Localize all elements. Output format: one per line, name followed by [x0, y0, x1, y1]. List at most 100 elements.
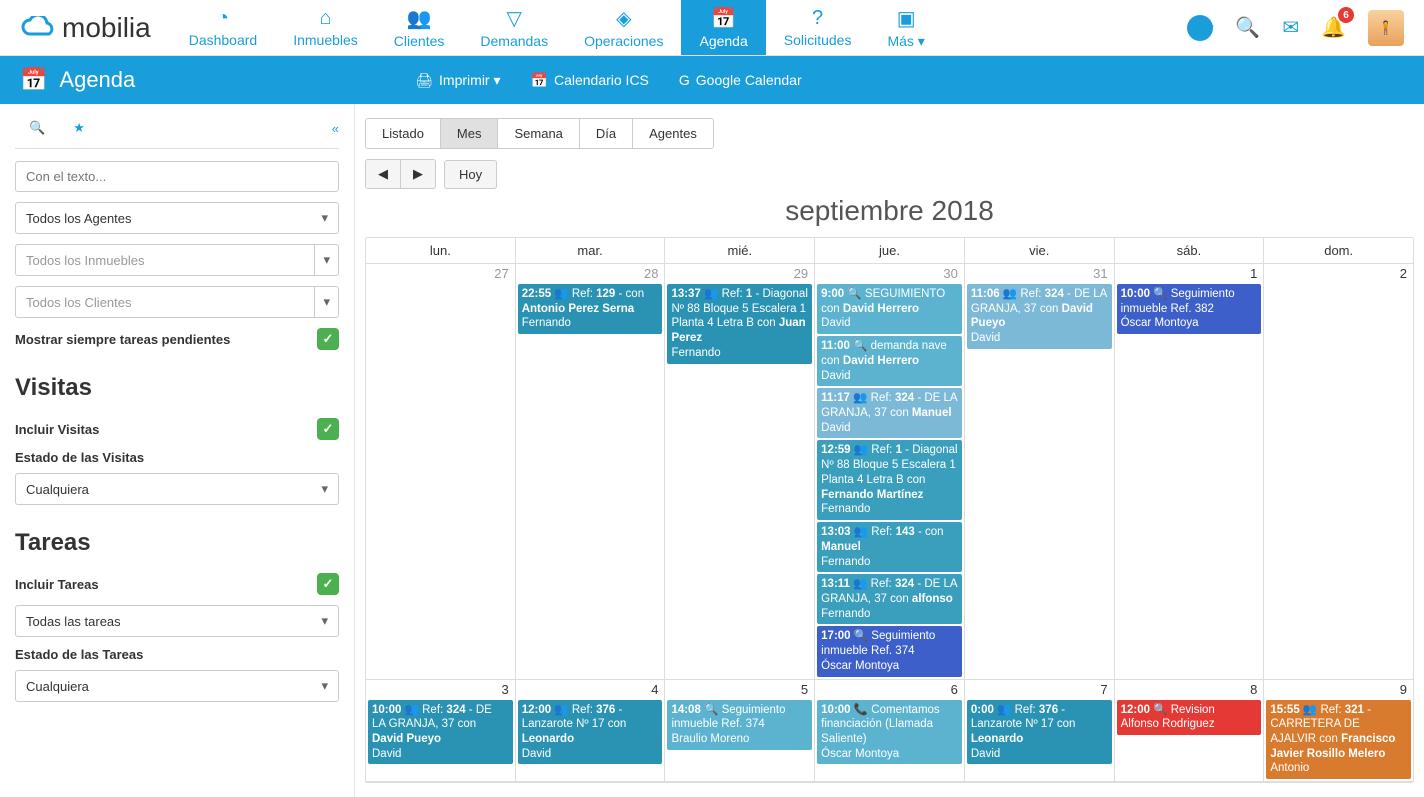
nav-solicitudes[interactable]: ?Solicitudes: [766, 0, 870, 55]
ics-button[interactable]: 📅Calendario ICS: [531, 72, 649, 89]
state-tasks-select[interactable]: Cualquiera▾: [15, 670, 339, 702]
day-number: 4: [651, 682, 658, 697]
inc-visits-label: Incluir Visitas: [15, 422, 99, 437]
clients-caret[interactable]: ▾: [315, 286, 339, 318]
state-visits-select[interactable]: Cualquiera▾: [15, 473, 339, 505]
inc-visits-toggle[interactable]: ✓: [317, 418, 339, 440]
day-cell[interactable]: 110:00 🔍 Seguimiento inmueble Ref. 382Ós…: [1115, 264, 1265, 680]
nav-agenda[interactable]: 📅Agenda: [681, 0, 765, 55]
view-tab-día[interactable]: Día: [580, 119, 633, 148]
event[interactable]: 12:00 👥 Ref: 376 - Lanzarote Nº 17 con L…: [518, 700, 663, 765]
filter-fav-tab[interactable]: ★: [59, 116, 99, 140]
event[interactable]: 11:06 👥 Ref: 324 - DE LA GRANJA, 37 con …: [967, 284, 1112, 349]
calendar-icon: 📅: [20, 67, 47, 93]
event[interactable]: 14:08 🔍 Seguimiento inmueble Ref. 374Bra…: [667, 700, 812, 750]
sidebar: 🔍 ★ « Todos los Agentes▾ Todos los Inmue…: [0, 104, 355, 797]
day-number: 31: [1093, 266, 1107, 281]
day-number: 30: [943, 266, 957, 281]
event[interactable]: 11:00 🔍 demanda nave con David HerreroDa…: [817, 336, 962, 386]
day-cell[interactable]: 5 14:08 🔍 Seguimiento inmueble Ref. 374Br…: [665, 680, 815, 783]
day-number: 3: [501, 682, 508, 697]
dow-header: mar.: [516, 238, 666, 264]
day-cell[interactable]: 29 13:37 👥 Ref: 1 - Diagonal Nº 88 Bloque…: [665, 264, 815, 680]
view-tab-agentes[interactable]: Agentes: [633, 119, 713, 148]
day-cell[interactable]: 4 12:00 👥 Ref: 376 - Lanzarote Nº 17 con …: [516, 680, 666, 783]
day-cell[interactable]: 27: [366, 264, 516, 680]
day-cell[interactable]: 28 22:55 👥 Ref: 129 - con Antonio Perez S…: [516, 264, 666, 680]
print-button[interactable]: 🖨Imprimir ▾: [415, 72, 500, 89]
filter-search-tab[interactable]: 🔍: [15, 116, 59, 140]
day-number: 29: [794, 266, 808, 281]
day-cell[interactable]: 6 10:00 📞 Comentamos financiación (Llamad…: [815, 680, 965, 783]
day-cell[interactable]: 915:55 👥 Ref: 321 - CARRETERA DE AJALVIR…: [1264, 680, 1413, 783]
agents-select[interactable]: Todos los Agentes▾: [15, 202, 339, 234]
dow-header: lun.: [366, 238, 516, 264]
event[interactable]: 12:59 👥 Ref: 1 - Diagonal Nº 88 Bloque 5…: [817, 440, 962, 520]
event[interactable]: 0:00 👥 Ref: 376 - Lanzarote Nº 17 con Le…: [967, 700, 1112, 765]
mail-icon[interactable]: ✉: [1282, 15, 1299, 40]
gcal-button[interactable]: GGoogle Calendar: [679, 72, 802, 89]
brand-logo: mobilia: [0, 12, 171, 44]
nav-demandas[interactable]: ▽Demandas: [462, 0, 566, 55]
event[interactable]: 17:00 🔍 Seguimiento inmueble Ref. 374Ósc…: [817, 626, 962, 676]
event[interactable]: 22:55 👥 Ref: 129 - con Antonio Perez Ser…: [518, 284, 663, 334]
add-button[interactable]: ＋▾: [1187, 15, 1213, 41]
all-tasks-select[interactable]: Todas las tareas▾: [15, 605, 339, 637]
nav-más ▾[interactable]: ▣Más ▾: [869, 0, 942, 55]
calendar-title: septiembre 2018: [365, 195, 1414, 227]
event[interactable]: 13:11 👥 Ref: 324 - DE LA GRANJA, 37 con …: [817, 574, 962, 624]
event[interactable]: 9:00 🔍 SEGUIMIENTO con David HerreroDavi…: [817, 284, 962, 334]
dow-header: sáb.: [1115, 238, 1265, 264]
state-visits-label: Estado de las Visitas: [15, 450, 339, 465]
google-icon: G: [679, 72, 690, 88]
view-tab-semana[interactable]: Semana: [498, 119, 579, 148]
bell-icon[interactable]: 🔔6: [1321, 15, 1346, 40]
view-tab-listado[interactable]: Listado: [366, 119, 441, 148]
print-icon: 🖨: [415, 72, 433, 89]
prev-button[interactable]: ◀: [366, 160, 401, 188]
clients-select[interactable]: Todos los Clientes: [15, 286, 315, 318]
search-input[interactable]: [15, 161, 339, 192]
event[interactable]: 10:00 🔍 Seguimiento inmueble Ref. 382Ósc…: [1117, 284, 1262, 334]
day-number: 27: [494, 266, 508, 281]
sub-header: 📅 Agenda 🖨Imprimir ▾ 📅Calendario ICS GGo…: [0, 56, 1424, 104]
day-number: 6: [951, 682, 958, 697]
event[interactable]: 13:03 👥 Ref: 143 - con ManuelFernando: [817, 522, 962, 572]
day-cell[interactable]: 31 11:06 👥 Ref: 324 - DE LA GRANJA, 37 co…: [965, 264, 1115, 680]
props-caret[interactable]: ▾: [315, 244, 339, 276]
props-select[interactable]: Todos los Inmuebles: [15, 244, 315, 276]
inc-tasks-label: Incluir Tareas: [15, 577, 99, 592]
inc-tasks-toggle[interactable]: ✓: [317, 573, 339, 595]
event[interactable]: 10:00 📞 Comentamos financiación (Llamada…: [817, 700, 962, 765]
day-cell[interactable]: 2: [1264, 264, 1413, 680]
day-cell[interactable]: 70:00 👥 Ref: 376 - Lanzarote Nº 17 con L…: [965, 680, 1115, 783]
event[interactable]: 12:00 🔍 RevisionAlfonso Rodriguez: [1117, 700, 1262, 735]
day-number: 28: [644, 266, 658, 281]
day-number: 8: [1250, 682, 1257, 697]
pending-toggle[interactable]: ✓: [317, 328, 339, 350]
calendar: lun.mar.mié.jue.vie.sáb.dom. 272822:55 👥…: [365, 237, 1414, 783]
event[interactable]: 11:17 👥 Ref: 324 - DE LA GRANJA, 37 con …: [817, 388, 962, 438]
nav-inmuebles[interactable]: ⌂Inmuebles: [275, 0, 376, 55]
day-number: 5: [801, 682, 808, 697]
search-icon[interactable]: 🔍: [1235, 15, 1260, 40]
day-cell[interactable]: 8 12:00 🔍 RevisionAlfonso Rodriguez: [1115, 680, 1265, 783]
event[interactable]: 13:37 👥 Ref: 1 - Diagonal Nº 88 Bloque 5…: [667, 284, 812, 364]
event[interactable]: 15:55 👥 Ref: 321 - CARRETERA DE AJALVIR …: [1266, 700, 1411, 780]
user-avatar[interactable]: 🧍: [1368, 10, 1404, 46]
event[interactable]: 10:00 👥 Ref: 324 - DE LA GRANJA, 37 con …: [368, 700, 513, 765]
nav-operaciones[interactable]: ◈Operaciones: [566, 0, 681, 55]
state-tasks-label: Estado de las Tareas: [15, 647, 339, 662]
view-tab-mes[interactable]: Mes: [441, 119, 499, 148]
nav-buttons: ◀ ▶: [365, 159, 436, 189]
view-tabs: ListadoMesSemanaDíaAgentes: [365, 118, 714, 149]
day-cell[interactable]: 30 9:00 🔍 SEGUIMIENTO con David HerreroDa…: [815, 264, 965, 680]
nav-clientes[interactable]: 👥Clientes: [376, 0, 463, 55]
day-cell[interactable]: 3 10:00 👥 Ref: 324 - DE LA GRANJA, 37 con…: [366, 680, 516, 783]
visits-heading: Visitas: [15, 374, 339, 402]
collapse-sidebar[interactable]: «: [332, 121, 339, 136]
next-button[interactable]: ▶: [401, 160, 435, 188]
today-button[interactable]: Hoy: [444, 160, 497, 189]
dow-header: mié.: [665, 238, 815, 264]
nav-dashboard[interactable]: ◔Dashboard: [171, 0, 276, 55]
